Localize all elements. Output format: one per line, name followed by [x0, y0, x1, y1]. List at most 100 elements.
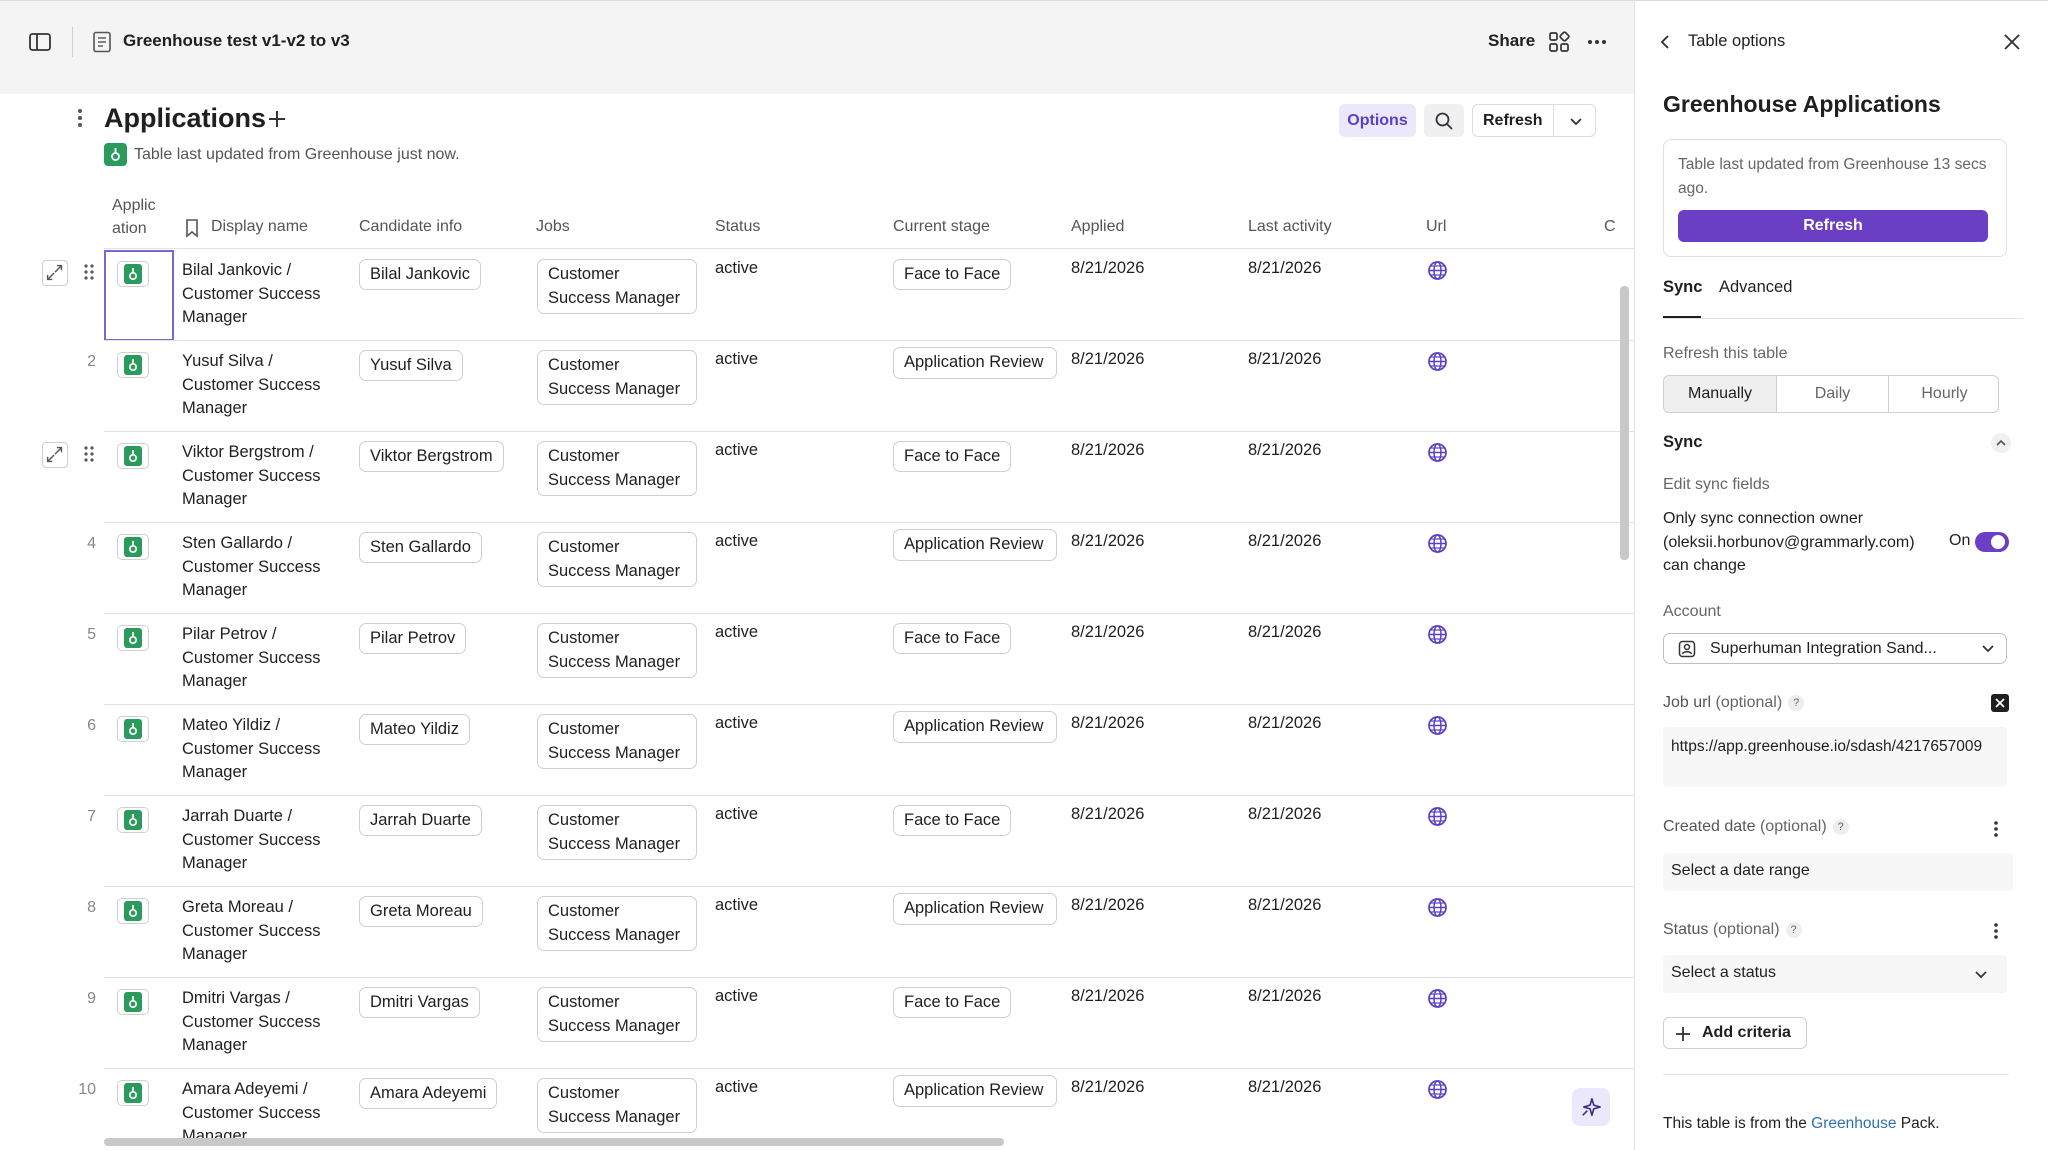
- stage-chip[interactable]: Application Review: [893, 711, 1057, 743]
- table-row[interactable]: 9 Dmitri Vargas / Customer Success Manage…: [0, 978, 1634, 1069]
- table-row[interactable]: Viktor Bergstrom / Customer Success Mana…: [0, 432, 1634, 523]
- globe-icon[interactable]: [1427, 442, 1448, 463]
- display-name-cell[interactable]: Viktor Bergstrom / Customer Success Mana…: [182, 441, 332, 512]
- last-activity-cell[interactable]: 8/21/2026: [1248, 805, 1321, 824]
- refresh-button[interactable]: Refresh: [1483, 105, 1543, 136]
- status-cell[interactable]: active: [715, 896, 758, 915]
- status-cell[interactable]: active: [715, 441, 758, 460]
- display-name-cell[interactable]: Dmitri Vargas / Customer Success Manager: [182, 987, 332, 1058]
- candidate-chip[interactable]: Sten Gallardo: [359, 532, 482, 563]
- candidate-chip[interactable]: Bilal Jankovic: [359, 259, 481, 290]
- schedule-option-daily[interactable]: Daily: [1776, 376, 1888, 412]
- ai-assistant-button[interactable]: [1572, 1088, 1610, 1126]
- column-header-display-name[interactable]: Display name: [211, 218, 308, 236]
- field-menu-icon[interactable]: [1988, 819, 2004, 839]
- last-activity-cell[interactable]: 8/21/2026: [1248, 350, 1321, 369]
- globe-icon[interactable]: [1427, 897, 1448, 918]
- globe-icon[interactable]: [1427, 988, 1448, 1009]
- schedule-option-manually[interactable]: Manually: [1664, 376, 1776, 412]
- greenhouse-logo-icon[interactable]: [117, 625, 149, 651]
- last-activity-cell[interactable]: 8/21/2026: [1248, 714, 1321, 733]
- last-activity-cell[interactable]: 8/21/2026: [1248, 259, 1321, 278]
- table-row[interactable]: 7 Jarrah Duarte / Customer Success Manage…: [0, 796, 1634, 887]
- chevron-up-icon[interactable]: [1991, 433, 2011, 453]
- last-activity-cell[interactable]: 8/21/2026: [1248, 896, 1321, 915]
- schedule-option-hourly[interactable]: Hourly: [1888, 376, 1998, 412]
- job-chip[interactable]: Customer Success Manager: [537, 714, 697, 769]
- owner-only-toggle[interactable]: [1975, 532, 2009, 552]
- greenhouse-logo-icon[interactable]: [117, 534, 149, 560]
- candidate-chip[interactable]: Yusuf Silva: [359, 350, 463, 381]
- job-chip[interactable]: Customer Success Manager: [537, 259, 697, 314]
- chevron-down-icon[interactable]: [1567, 112, 1585, 130]
- table-row[interactable]: 4 Sten Gallardo / Customer Success Manage…: [0, 523, 1634, 614]
- column-header-candidate-info[interactable]: Candidate info: [359, 218, 462, 236]
- greenhouse-logo-icon[interactable]: [117, 716, 149, 742]
- applied-cell[interactable]: 8/21/2026: [1071, 987, 1144, 1006]
- globe-icon[interactable]: [1427, 624, 1448, 645]
- greenhouse-logo-icon[interactable]: [117, 352, 149, 378]
- search-button[interactable]: [1424, 104, 1464, 137]
- greenhouse-logo-icon[interactable]: [117, 898, 149, 924]
- job-chip[interactable]: Customer Success Manager: [537, 623, 697, 678]
- stage-chip[interactable]: Application Review: [893, 893, 1057, 925]
- globe-icon[interactable]: [1427, 1079, 1448, 1100]
- account-select[interactable]: Superhuman Integration Sand...: [1663, 633, 2007, 664]
- globe-icon[interactable]: [1427, 351, 1448, 372]
- column-header-application[interactable]: Applic ation: [112, 194, 162, 240]
- applied-cell[interactable]: 8/21/2026: [1071, 714, 1144, 733]
- status-cell[interactable]: active: [715, 1078, 758, 1097]
- column-header-url[interactable]: Url: [1426, 218, 1446, 236]
- apps-icon[interactable]: [1548, 31, 1570, 53]
- column-header-applied[interactable]: Applied: [1071, 218, 1124, 236]
- job-chip[interactable]: Customer Success Manager: [537, 896, 697, 951]
- created-date-select[interactable]: Select a date range: [1663, 853, 2013, 891]
- table-menu-icon[interactable]: [72, 106, 88, 130]
- stage-chip[interactable]: Face to Face: [893, 441, 1012, 472]
- candidate-chip[interactable]: Amara Adeyemi: [359, 1078, 498, 1109]
- applied-cell[interactable]: 8/21/2026: [1071, 1078, 1144, 1097]
- applied-cell[interactable]: 8/21/2026: [1071, 532, 1144, 551]
- candidate-chip[interactable]: Greta Moreau: [359, 896, 483, 927]
- job-chip[interactable]: Customer Success Manager: [537, 1078, 697, 1133]
- last-activity-cell[interactable]: 8/21/2026: [1248, 987, 1321, 1006]
- applied-cell[interactable]: 8/21/2026: [1071, 441, 1144, 460]
- candidate-chip[interactable]: Mateo Yildiz: [359, 714, 470, 745]
- status-select[interactable]: Select a status: [1663, 955, 2007, 993]
- vertical-scrollbar[interactable]: [1620, 286, 1629, 560]
- job-chip[interactable]: Customer Success Manager: [537, 805, 697, 860]
- status-cell[interactable]: active: [715, 532, 758, 551]
- job-chip[interactable]: Customer Success Manager: [537, 350, 697, 405]
- table-row[interactable]: 6 Mateo Yildiz / Customer Success Manager…: [0, 705, 1634, 796]
- status-cell[interactable]: active: [715, 350, 758, 369]
- last-activity-cell[interactable]: 8/21/2026: [1248, 441, 1321, 460]
- applied-cell[interactable]: 8/21/2026: [1071, 896, 1144, 915]
- last-activity-cell[interactable]: 8/21/2026: [1248, 532, 1321, 551]
- stage-chip[interactable]: Application Review: [893, 347, 1057, 379]
- expand-row-icon[interactable]: [42, 260, 68, 286]
- table-row[interactable]: 8 Greta Moreau / Customer Success Manager…: [0, 887, 1634, 978]
- breadcrumb[interactable]: Table options: [1688, 32, 1785, 51]
- more-options-icon[interactable]: [1586, 31, 1608, 53]
- status-cell[interactable]: active: [715, 259, 758, 278]
- refresh-button[interactable]: Refresh: [1678, 210, 1988, 242]
- stage-chip[interactable]: Face to Face: [893, 623, 1012, 654]
- horizontal-scrollbar[interactable]: [104, 1138, 1004, 1146]
- tab-advanced[interactable]: Advanced: [1719, 278, 1792, 297]
- greenhouse-logo-icon[interactable]: [117, 261, 149, 287]
- greenhouse-logo-icon[interactable]: [117, 807, 149, 833]
- stage-chip[interactable]: Application Review: [893, 1075, 1057, 1107]
- add-criteria-button[interactable]: Add criteria: [1663, 1017, 1807, 1049]
- candidate-chip[interactable]: Pilar Petrov: [359, 623, 467, 654]
- column-header-current-stage[interactable]: Current stage: [893, 218, 990, 236]
- candidate-chip[interactable]: Jarrah Duarte: [359, 805, 482, 836]
- display-name-cell[interactable]: Jarrah Duarte / Customer Success Manager: [182, 805, 332, 876]
- share-button[interactable]: Share: [1488, 31, 1535, 51]
- applied-cell[interactable]: 8/21/2026: [1071, 350, 1144, 369]
- greenhouse-logo-icon[interactable]: [117, 1080, 149, 1106]
- job-chip[interactable]: Customer Success Manager: [537, 987, 697, 1042]
- globe-icon[interactable]: [1427, 533, 1448, 554]
- applied-cell[interactable]: 8/21/2026: [1071, 805, 1144, 824]
- status-cell[interactable]: active: [715, 805, 758, 824]
- status-cell[interactable]: active: [715, 987, 758, 1006]
